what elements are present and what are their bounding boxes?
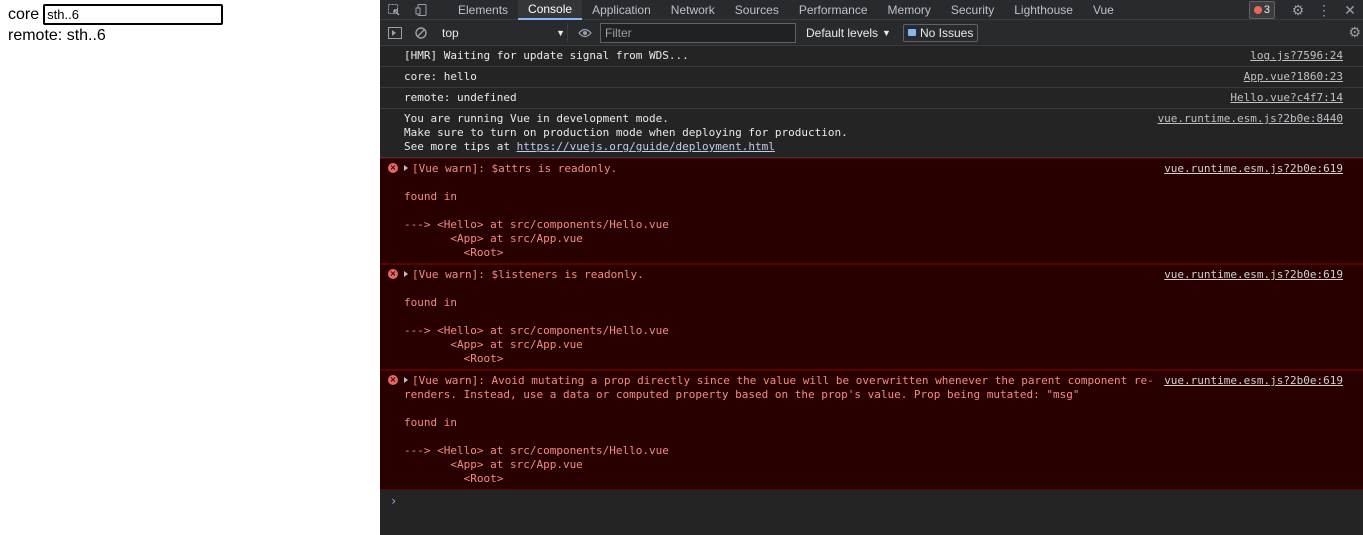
tab-vue[interactable]: Vue [1083,0,1124,20]
console-log-message[interactable]: [HMR] Waiting for update signal from WDS… [380,46,1363,67]
message-text-block: remote: undefined [404,91,1343,105]
filter-input[interactable] [600,22,796,43]
message-text: [Vue warn]: $attrs is readonly. found in… [404,162,669,259]
remote-text: remote: sth..6 [8,27,106,44]
console-output: [HMR] Waiting for update signal from WDS… [380,46,1363,512]
message-text: [Vue warn]: Avoid mutating a prop direct… [404,374,1154,485]
context-selector[interactable]: top ▼ [438,22,568,43]
error-circle-icon: × [388,375,398,385]
tab-lighthouse[interactable]: Lighthouse [1004,0,1083,20]
devtools-tabbar: Elements Console Application Network Sources… [380,0,1363,20]
app-page: core remote: sth..6 [0,0,380,535]
tab-security[interactable]: Security [941,0,1004,20]
tab-console[interactable]: Console [518,0,583,20]
issues-button[interactable]: No Issues [902,23,979,42]
core-label: core [8,5,40,23]
source-link[interactable]: log.js?7596:24 [1250,49,1343,63]
devtools-tabs: Elements Console Application Network Sources… [448,0,1124,20]
tab-elements[interactable]: Elements [448,0,518,20]
issues-icon [907,29,916,36]
core-input[interactable] [43,4,224,25]
tab-memory[interactable]: Memory [878,0,941,20]
inspect-element-icon[interactable] [380,0,408,20]
console-toolbar: top ▼ Default levels ▼ No Issues ⚙ [380,20,1363,46]
context-value: top [442,25,459,40]
message-text: remote: undefined [404,91,517,104]
expand-triangle-icon[interactable] [404,271,408,277]
source-link[interactable]: vue.runtime.esm.js?2b0e:619 [1160,374,1343,388]
console-prompt[interactable]: › [380,490,1363,512]
error-circle-icon: × [388,163,398,173]
tab-performance[interactable]: Performance [789,0,878,20]
clear-console-icon[interactable] [410,23,432,43]
error-count-badge[interactable]: 3 [1248,1,1275,19]
tab-network[interactable]: Network [661,0,725,20]
message-text: [Vue warn]: $listeners is readonly. foun… [404,268,669,365]
tab-sources[interactable]: Sources [725,0,789,20]
message-text: core: hello [404,70,477,83]
more-options-icon[interactable]: ⋮ [1311,2,1337,19]
dropdown-arrow-icon: ▼ [556,27,565,38]
console-log-message[interactable]: core: hello App.vue?1860:23 [380,67,1363,88]
expand-triangle-icon[interactable] [404,165,408,171]
message-text-block: [Vue warn]: $attrs is readonly. found in… [404,162,1343,260]
console-log-message[interactable]: You are running Vue in development mode.… [380,109,1363,158]
devtools-panel: Elements Console Application Network Sources… [380,0,1363,535]
close-icon[interactable]: ✕ [1337,2,1363,19]
core-row: core [8,4,224,25]
source-link[interactable]: App.vue?1860:23 [1244,70,1343,84]
console-error-message[interactable]: × [Vue warn]: $listeners is readonly. fou… [380,264,1363,370]
expand-triangle-icon[interactable] [404,377,408,383]
source-link[interactable]: vue.runtime.esm.js?2b0e:619 [1160,268,1343,282]
live-expression-eye-icon[interactable] [574,23,596,43]
console-error-message[interactable]: × [Vue warn]: $attrs is readonly. found i… [380,158,1363,264]
settings-gear-icon[interactable]: ⚙ [1285,2,1311,19]
log-levels-dropdown[interactable]: Default levels ▼ [806,26,891,40]
issues-label: No Issues [919,25,974,40]
message-text-block: core: hello [404,70,1343,84]
source-link[interactable]: vue.runtime.esm.js?2b0e:8440 [1158,112,1343,126]
message-text-block: [HMR] Waiting for update signal from WDS… [404,49,1343,63]
message-text: [HMR] Waiting for update signal from WDS… [404,49,689,62]
chevron-down-icon: ▼ [882,27,891,38]
error-icon [1253,6,1262,14]
source-link[interactable]: vue.runtime.esm.js?2b0e:619 [1160,162,1343,176]
message-link[interactable]: https://vuejs.org/guide/deployment.html [517,140,775,153]
tab-application[interactable]: Application [582,0,661,20]
error-count: 3 [1263,4,1270,16]
message-text-block: [Vue warn]: Avoid mutating a prop direct… [404,374,1343,486]
source-link[interactable]: Hello.vue?c4f7:14 [1230,91,1343,105]
message-text-block: [Vue warn]: $listeners is readonly. foun… [404,268,1343,366]
device-toolbar-icon[interactable] [408,0,436,20]
sidebar-toggle-icon[interactable] [384,23,406,43]
console-log-message[interactable]: remote: undefined Hello.vue?c4f7:14 [380,88,1363,109]
console-error-message[interactable]: × [Vue warn]: Avoid mutating a prop direc… [380,370,1363,490]
console-settings-gear-icon[interactable]: ⚙ [1348,24,1361,41]
error-circle-icon: × [388,269,398,279]
log-levels-label: Default levels [806,25,879,40]
